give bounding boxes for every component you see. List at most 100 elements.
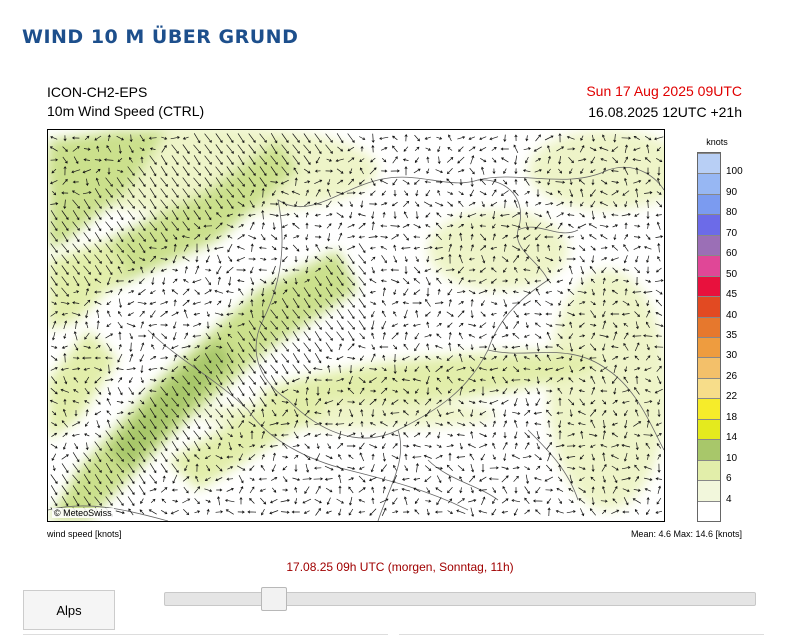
wind-arrow-icon [370,190,376,196]
wind-arrow-icon [437,146,441,153]
wind-arrow-icon [94,410,102,416]
wind-arrow-icon [182,299,190,307]
region-button-alps[interactable]: Alps [23,590,115,630]
wind-arrow-icon [314,498,322,504]
wind-arrow-icon [556,212,564,218]
wind-arrow-icon [436,136,443,140]
wind-arrow-icon [656,497,662,505]
wind-arrow-icon [224,498,235,503]
wind-arrow-icon [314,224,322,228]
wind-arrow-icon [63,333,67,340]
wind-arrow-icon [138,485,146,496]
wind-arrow-icon [258,268,267,272]
wind-arrow-icon [566,257,576,261]
wind-arrow-icon [338,232,343,241]
wind-arrow-icon [558,300,562,306]
wind-arrow-icon [183,309,188,319]
wind-arrow-icon [425,298,431,307]
wind-arrow-icon [129,342,133,353]
wind-arrow-icon [160,268,167,272]
wind-arrow-icon [437,156,441,165]
wind-arrow-icon [392,497,398,505]
wind-arrow-icon [193,322,202,327]
wind-arrow-icon [447,322,453,328]
wind-arrow-icon [118,311,122,317]
wind-arrow-icon [469,475,476,483]
wind-arrow-icon [195,256,199,263]
wind-arrow-icon [260,234,266,241]
wind-arrow-icon [436,444,442,448]
wind-arrow-icon [470,155,475,165]
wind-arrow-icon [655,311,663,316]
wind-arrow-icon [215,397,223,408]
wind-arrow-icon [513,508,518,516]
wind-arrow-icon [248,364,256,374]
wind-arrow-icon [204,419,212,430]
wind-arrow-icon [436,277,442,285]
wind-arrow-icon [535,465,541,471]
wind-arrow-icon [469,453,475,461]
wind-arrow-icon [192,334,201,338]
wind-arrow-icon [172,474,178,484]
wind-arrow-icon [118,344,122,350]
wind-arrow-icon [160,323,169,327]
divider-right [399,634,764,635]
wind-arrow-icon [106,323,112,327]
wind-arrow-icon [545,312,552,316]
wind-arrow-icon [140,498,144,504]
wind-arrow-icon [457,135,466,140]
wind-arrow-icon [293,212,299,218]
wind-arrow-icon [393,311,397,317]
wind-arrow-icon [305,222,309,229]
wind-arrow-icon [380,279,387,283]
legend-swatch [698,398,720,419]
wind-arrow-icon [360,432,364,439]
wind-arrow-icon [184,332,189,340]
wind-arrow-icon [513,144,519,154]
wind-arrow-icon [61,463,69,474]
wind-arrow-icon [470,310,474,319]
wind-arrow-icon [414,146,420,152]
timeline-slider[interactable] [164,587,756,611]
wind-arrow-icon [150,355,157,360]
wind-arrow-icon [325,331,333,341]
wind-arrow-icon [415,463,419,473]
wind-arrow-icon [635,255,639,263]
wind-arrow-icon [393,289,397,295]
model-name: ICON-CH2-EPS [47,84,148,100]
wind-arrow-icon [522,300,531,306]
wind-arrow-icon [535,486,541,494]
wind-arrow-icon [370,320,375,331]
wind-arrow-icon [261,453,265,460]
wind-arrow-icon [326,497,331,506]
valid-time: Sun 17 Aug 2025 09UTC [586,83,742,99]
wind-arrow-icon [115,510,125,515]
wind-arrow-icon [404,465,408,472]
wind-arrow-icon [534,333,542,339]
wind-arrow-icon [424,136,431,140]
wind-arrow-icon [489,136,499,141]
wind-arrow-icon [337,474,342,484]
wind-arrow-icon [404,190,409,196]
timeline-slider-handle[interactable] [261,587,288,611]
wind-arrow-icon [382,354,386,361]
wind-arrow-icon [492,442,496,449]
wind-arrow-icon [270,498,278,504]
wind-arrow-icon [532,499,543,503]
wind-arrow-icon [600,234,608,240]
legend-label: 26 [726,370,738,382]
wind-arrow-icon [402,223,410,228]
wind-arrow-icon [270,234,278,240]
wind-arrow-icon [478,289,488,294]
wind-arrow-icon [336,331,344,341]
wind-arrow-icon [118,331,122,340]
wind-arrow-icon [458,332,463,340]
wind-arrow-icon [371,221,375,231]
wind-arrow-icon [238,475,244,484]
wind-arrow-icon [194,498,200,505]
wind-arrow-icon [557,222,563,230]
wind-arrow-icon [217,276,221,285]
wind-arrow-icon [238,224,244,228]
wind-arrow-icon [492,168,496,175]
wind-arrow-icon [413,235,421,239]
